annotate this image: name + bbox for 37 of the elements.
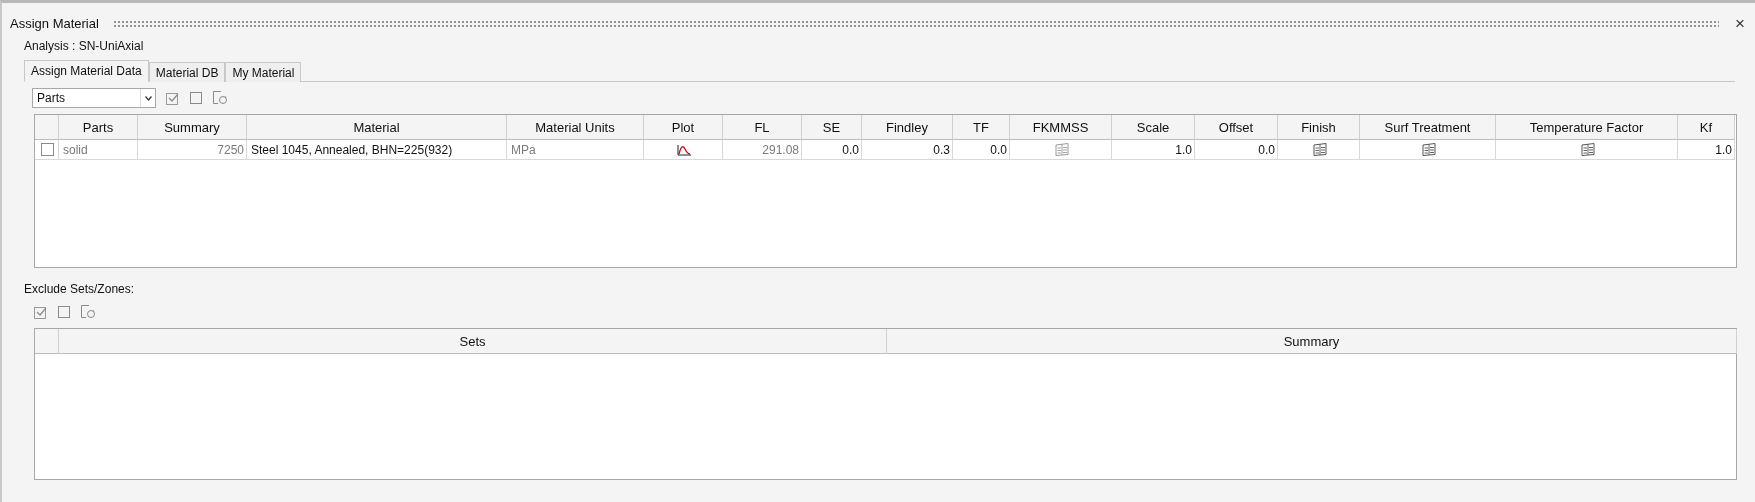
- column-header[interactable]: Sets: [59, 329, 887, 354]
- table-cell: 0.3: [862, 140, 953, 160]
- analysis-label: Analysis : SN-UniAxial: [24, 39, 144, 53]
- table-cell: Steel 1045, Annealed, BHN=225(932): [247, 140, 507, 160]
- column-header[interactable]: Summary: [138, 115, 247, 140]
- column-header[interactable]: Material: [247, 115, 507, 140]
- filter-dropdown[interactable]: Parts: [32, 88, 156, 108]
- exclude-label: Exclude Sets/Zones:: [24, 282, 135, 296]
- table-cell: 0.0: [1195, 140, 1278, 160]
- column-header[interactable]: Surf Treatment: [1360, 115, 1496, 140]
- tab[interactable]: My Material: [225, 62, 302, 82]
- column-header[interactable]: Plot: [644, 115, 723, 140]
- column-header[interactable]: Kf: [1678, 115, 1735, 140]
- column-header[interactable]: SE: [802, 115, 862, 140]
- column-header[interactable]: Finish: [1278, 115, 1360, 140]
- column-header[interactable]: FL: [723, 115, 802, 140]
- tab[interactable]: Assign Material Data: [24, 60, 149, 82]
- tab[interactable]: Material DB: [148, 62, 226, 82]
- column-header[interactable]: FKMMSS: [1010, 115, 1112, 140]
- table-cell: 0.0: [953, 140, 1010, 160]
- column-header[interactable]: Parts: [59, 115, 138, 140]
- table-cell: MPa: [507, 140, 644, 160]
- column-header[interactable]: Temperature Factor: [1496, 115, 1678, 140]
- column-header[interactable]: Findley: [862, 115, 953, 140]
- column-header[interactable]: Offset: [1195, 115, 1278, 140]
- table-cell: 1.0: [1112, 140, 1195, 160]
- column-header[interactable]: TF: [953, 115, 1010, 140]
- table-cell: 0.0: [802, 140, 862, 160]
- table-cell: 7250: [138, 140, 247, 160]
- table-cell: 1.0: [1678, 140, 1735, 160]
- column-header[interactable]: Summary: [887, 329, 1737, 354]
- close-button[interactable]: ×: [1733, 14, 1747, 32]
- column-header[interactable]: Material Units: [507, 115, 644, 140]
- panel-title: Assign Material: [10, 15, 99, 31]
- table-cell: 291.08: [723, 140, 802, 160]
- column-header[interactable]: Scale: [1112, 115, 1195, 140]
- table-cell: solid: [59, 140, 138, 160]
